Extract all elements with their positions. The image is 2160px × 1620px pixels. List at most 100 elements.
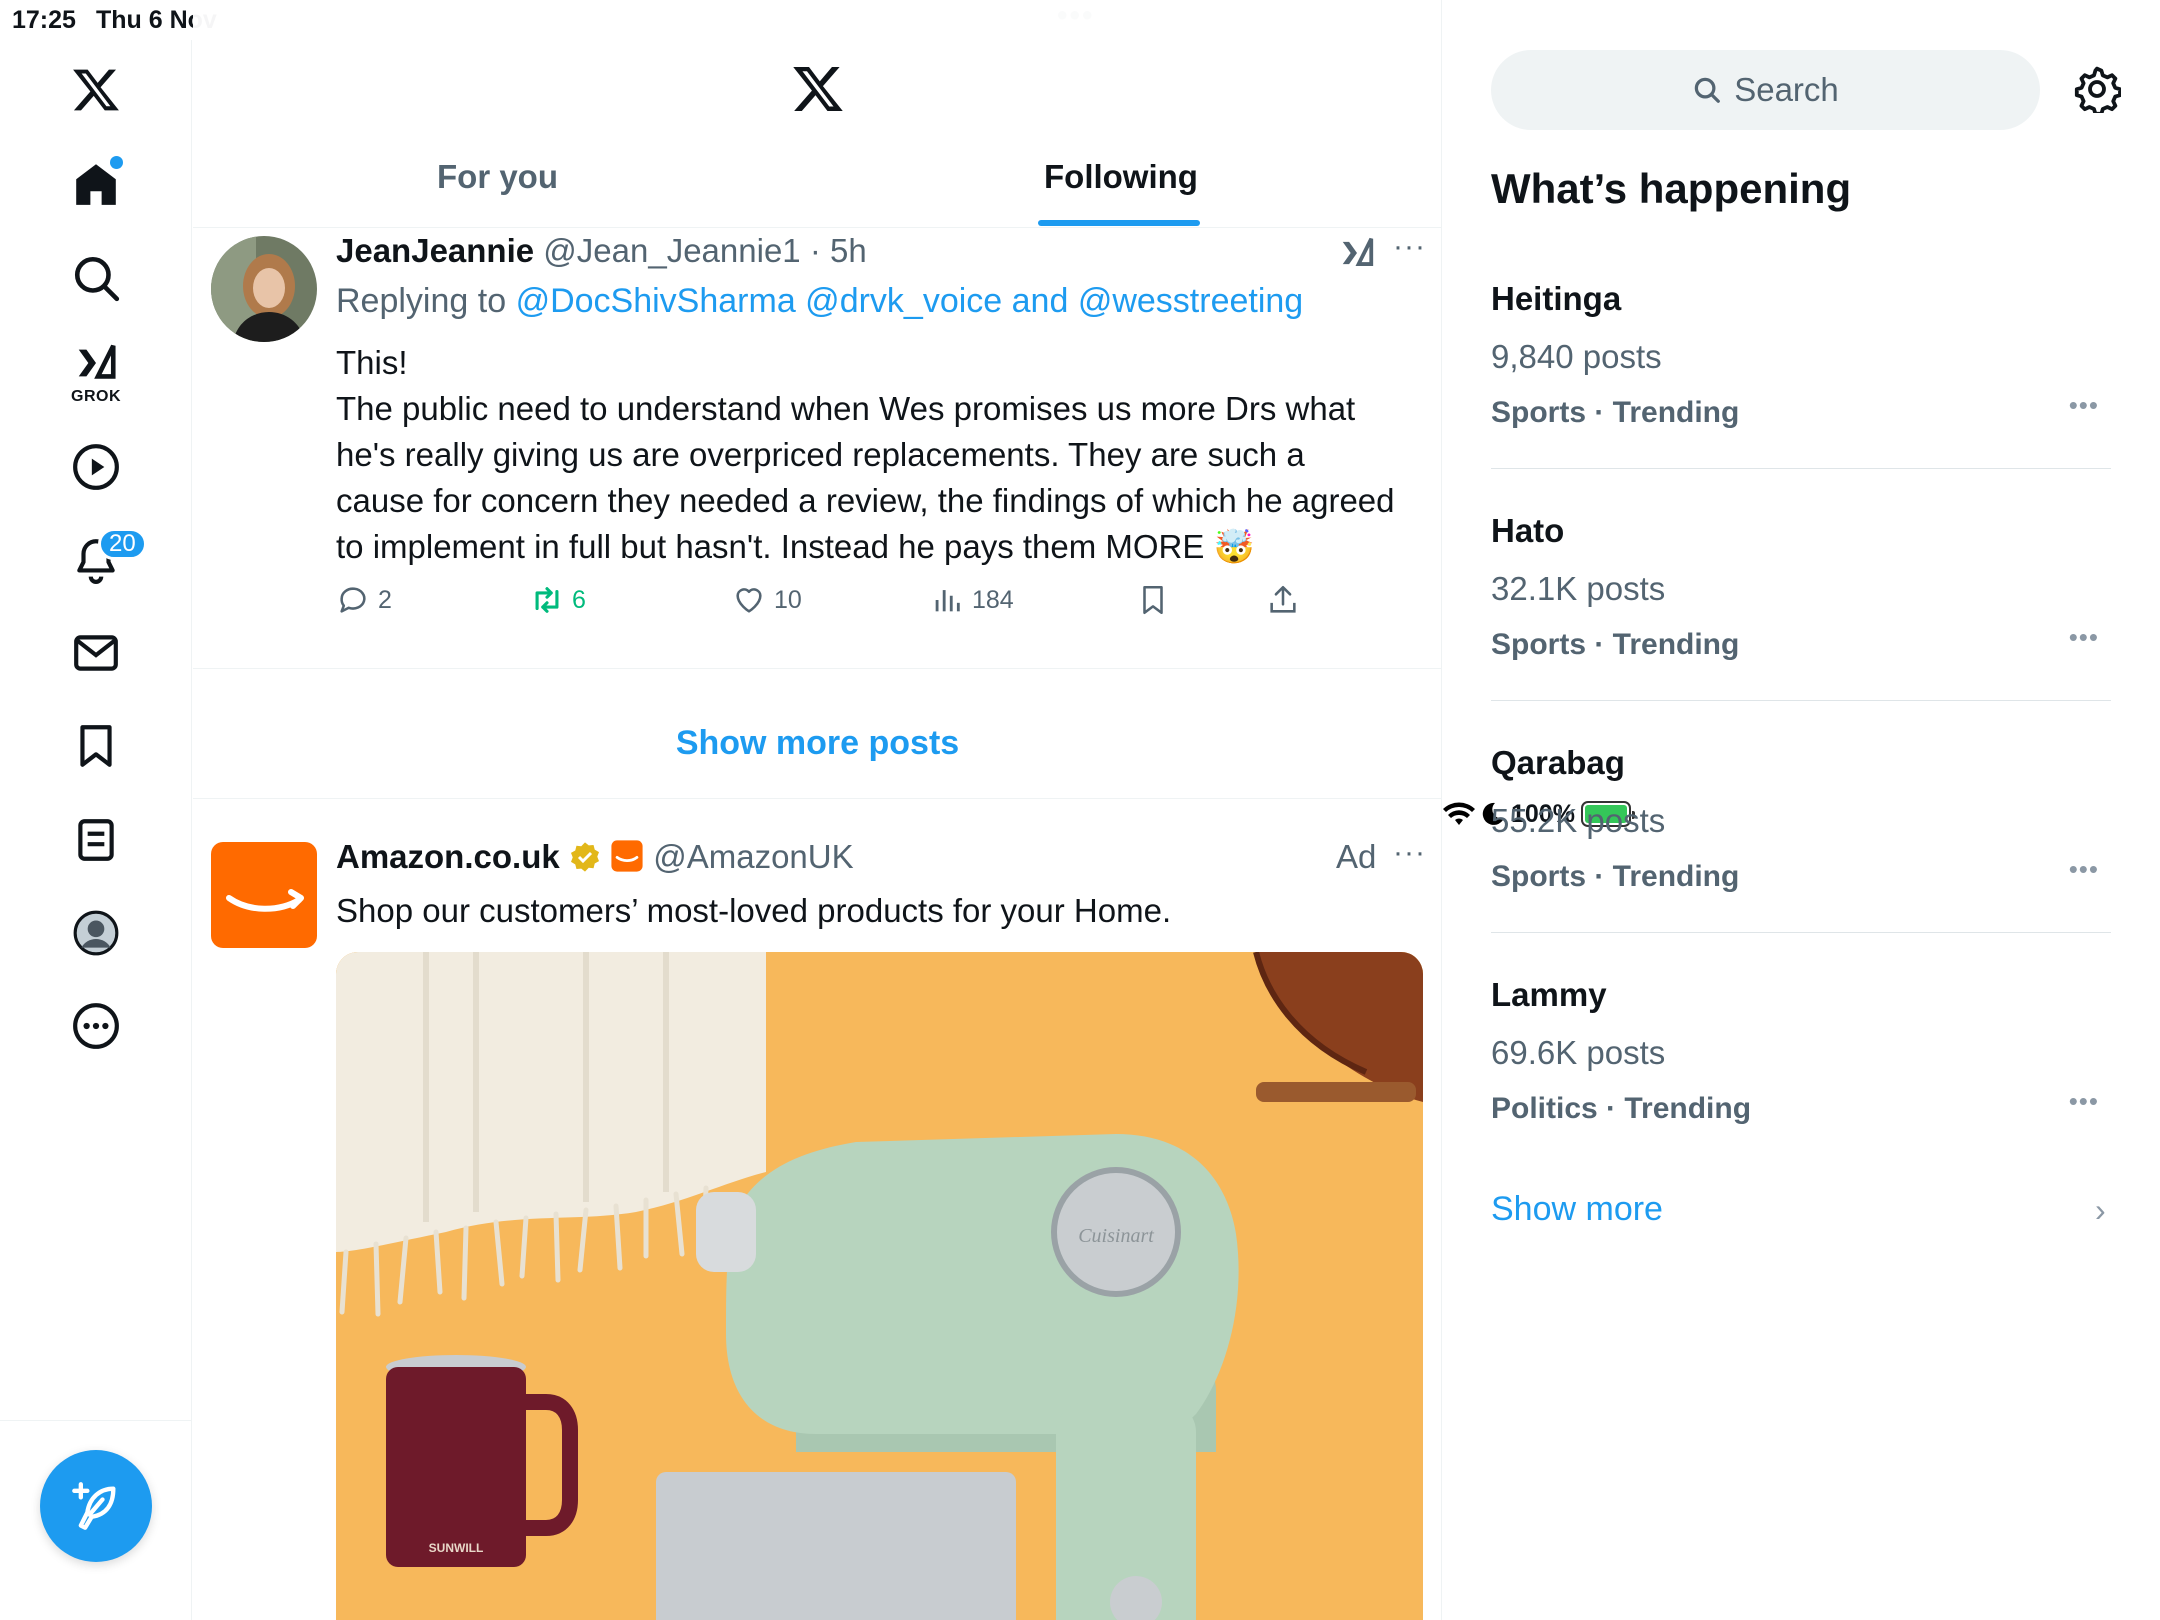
chevron-right-icon[interactable]: ›	[2095, 1192, 2106, 1229]
nav-notifications[interactable]: 20	[46, 510, 147, 610]
trend-category: Sports · Trending	[1491, 860, 1740, 893]
ad-more-icon[interactable]: ···	[1393, 836, 1426, 870]
right-sidebar: Search What’s happening Heitinga 9,840 p…	[1443, 0, 2160, 1620]
nav-video[interactable]	[46, 417, 146, 517]
trend-more-icon[interactable]: •••	[2069, 1086, 2099, 1117]
repost-button[interactable]: 6	[530, 583, 586, 617]
tweet-avatar[interactable]	[211, 236, 317, 342]
tab-following[interactable]: Following	[1044, 158, 1198, 196]
reply-button[interactable]: 2	[336, 583, 392, 617]
trend-posts: 32.1K posts	[1491, 570, 1666, 607]
mug-brand-text: SUNWILL	[429, 1541, 484, 1555]
nav-messages[interactable]	[46, 603, 146, 703]
ad-author-name[interactable]: Amazon.co.uk	[336, 838, 560, 875]
nav-divider	[0, 1420, 192, 1421]
trend-category: Sports · Trending	[1491, 396, 1740, 429]
trend-item[interactable]: Qarabag 55.2K posts Sports · Trending ••…	[1491, 744, 2111, 976]
compose-button[interactable]	[40, 1450, 152, 1562]
tweet-time[interactable]: · 5h	[810, 232, 867, 269]
share-icon	[1270, 585, 1296, 613]
list-icon	[78, 819, 114, 861]
play-icon	[73, 444, 119, 490]
trend-name: Heitinga	[1491, 280, 1622, 317]
grok-icon[interactable]	[1338, 234, 1376, 272]
tweet-text: This! The public need to understand when…	[336, 344, 1395, 565]
trend-divider	[1491, 700, 2111, 701]
replying-prefix: Replying to	[336, 282, 507, 320]
timeline-header: For you Following	[193, 0, 1441, 228]
share-button[interactable]	[1266, 583, 1300, 617]
tweet-author-name[interactable]: JeanJeannie	[336, 232, 534, 269]
ad-image[interactable]: Cuisinart SUNWILL	[336, 952, 1423, 1620]
repost-count: 6	[572, 585, 586, 614]
show-more-link[interactable]: Show more	[1491, 1190, 1663, 1229]
trend-category: Sports · Trending	[1491, 628, 1740, 661]
nav-bookmarks[interactable]	[46, 696, 146, 796]
ad-avatar[interactable]	[211, 842, 317, 948]
nav-explore[interactable]	[46, 228, 146, 328]
whats-happening-title: What’s happening	[1491, 165, 1852, 212]
tweet-actions: 2 6 10 184	[336, 583, 1336, 627]
replying-to: Replying to @DocShivSharma @drvk_voice a…	[336, 282, 1303, 321]
trend-item[interactable]: Lammy 69.6K posts Politics · Trending ••…	[1491, 976, 2111, 1208]
status-time: 17:25	[12, 6, 76, 34]
show-more-posts-button[interactable]: Show more posts	[193, 688, 1441, 798]
notifications-badge: 20	[98, 528, 147, 560]
feed-divider	[193, 668, 1441, 669]
trend-more-icon[interactable]: •••	[2069, 622, 2099, 653]
trend-more-icon[interactable]: •••	[2069, 390, 2099, 421]
like-count: 10	[774, 585, 802, 614]
bookmark-icon	[1143, 585, 1163, 615]
trend-item[interactable]: Heitinga 9,840 posts Sports · Trending •…	[1491, 280, 2111, 512]
ad-header: Amazon.co.uk @AmazonUK	[336, 838, 854, 876]
like-button[interactable]: 10	[732, 583, 802, 617]
trend-divider	[1491, 932, 2111, 933]
trend-name: Hato	[1491, 512, 1565, 549]
tweet-author-handle[interactable]: @Jean_Jeannie1	[543, 232, 800, 269]
trend-posts: 69.6K posts	[1491, 1034, 1666, 1071]
tab-for-you[interactable]: For you	[437, 158, 558, 196]
grok-icon	[78, 344, 116, 379]
gear-icon[interactable]	[2073, 65, 2121, 113]
tweet-more-icon[interactable]: ···	[1393, 230, 1426, 264]
affiliate-badge-icon	[611, 840, 643, 872]
left-navigation: GROK 20	[0, 40, 192, 1620]
nav-profile[interactable]	[46, 883, 146, 983]
x-logo-icon[interactable]	[791, 62, 845, 116]
reply-icon	[340, 587, 366, 613]
more-circle-icon	[73, 1003, 119, 1049]
replying-mentions[interactable]: @DocShivSharma @drvk_voice and @wesstree…	[516, 282, 1304, 320]
repost-icon	[535, 587, 559, 613]
ad-author-handle[interactable]: @AmazonUK	[653, 838, 853, 875]
search-input[interactable]: Search	[1491, 50, 2040, 130]
trend-posts: 9,840 posts	[1491, 338, 1662, 375]
search-icon	[1694, 77, 1721, 103]
trend-divider	[1491, 468, 2111, 469]
views-button[interactable]: 184	[930, 583, 1014, 617]
trend-name: Lammy	[1491, 976, 1607, 1013]
nav-lists[interactable]	[46, 790, 146, 890]
avatar-icon	[73, 910, 119, 956]
nav-grok[interactable]: GROK	[46, 323, 146, 423]
tweet-jeanjeannie[interactable]: JeanJeannie @Jean_Jeannie1 · 5h ··· Repl…	[193, 230, 1441, 670]
tweet-header: JeanJeannie @Jean_Jeannie1 · 5h	[336, 232, 867, 270]
x-logo-icon[interactable]	[46, 40, 146, 140]
main-timeline: JeanJeannie @Jean_Jeannie1 · 5h ··· Repl…	[193, 0, 1442, 1620]
reply-count: 2	[378, 585, 392, 614]
trend-more-icon[interactable]: •••	[2069, 854, 2099, 885]
mixer-brand-text: Cuisinart	[1078, 1225, 1154, 1247]
trend-category: Politics · Trending	[1491, 1092, 1752, 1125]
views-count: 184	[972, 585, 1014, 614]
compose-feather-icon	[72, 1482, 116, 1530]
nav-home[interactable]	[46, 134, 146, 234]
grok-label: GROK	[71, 388, 121, 405]
mail-icon	[74, 635, 118, 671]
bookmark-button[interactable]	[1136, 583, 1170, 617]
trend-item[interactable]: Hato 32.1K posts Sports · Trending •••	[1491, 512, 2111, 744]
heart-icon	[736, 588, 762, 613]
verified-badge-icon	[570, 842, 599, 872]
ad-text: Shop our customers’ most-loved products …	[336, 892, 1172, 929]
nav-more[interactable]	[46, 976, 146, 1076]
trend-posts: 55.2K posts	[1491, 802, 1666, 839]
views-chart-icon	[935, 590, 960, 612]
